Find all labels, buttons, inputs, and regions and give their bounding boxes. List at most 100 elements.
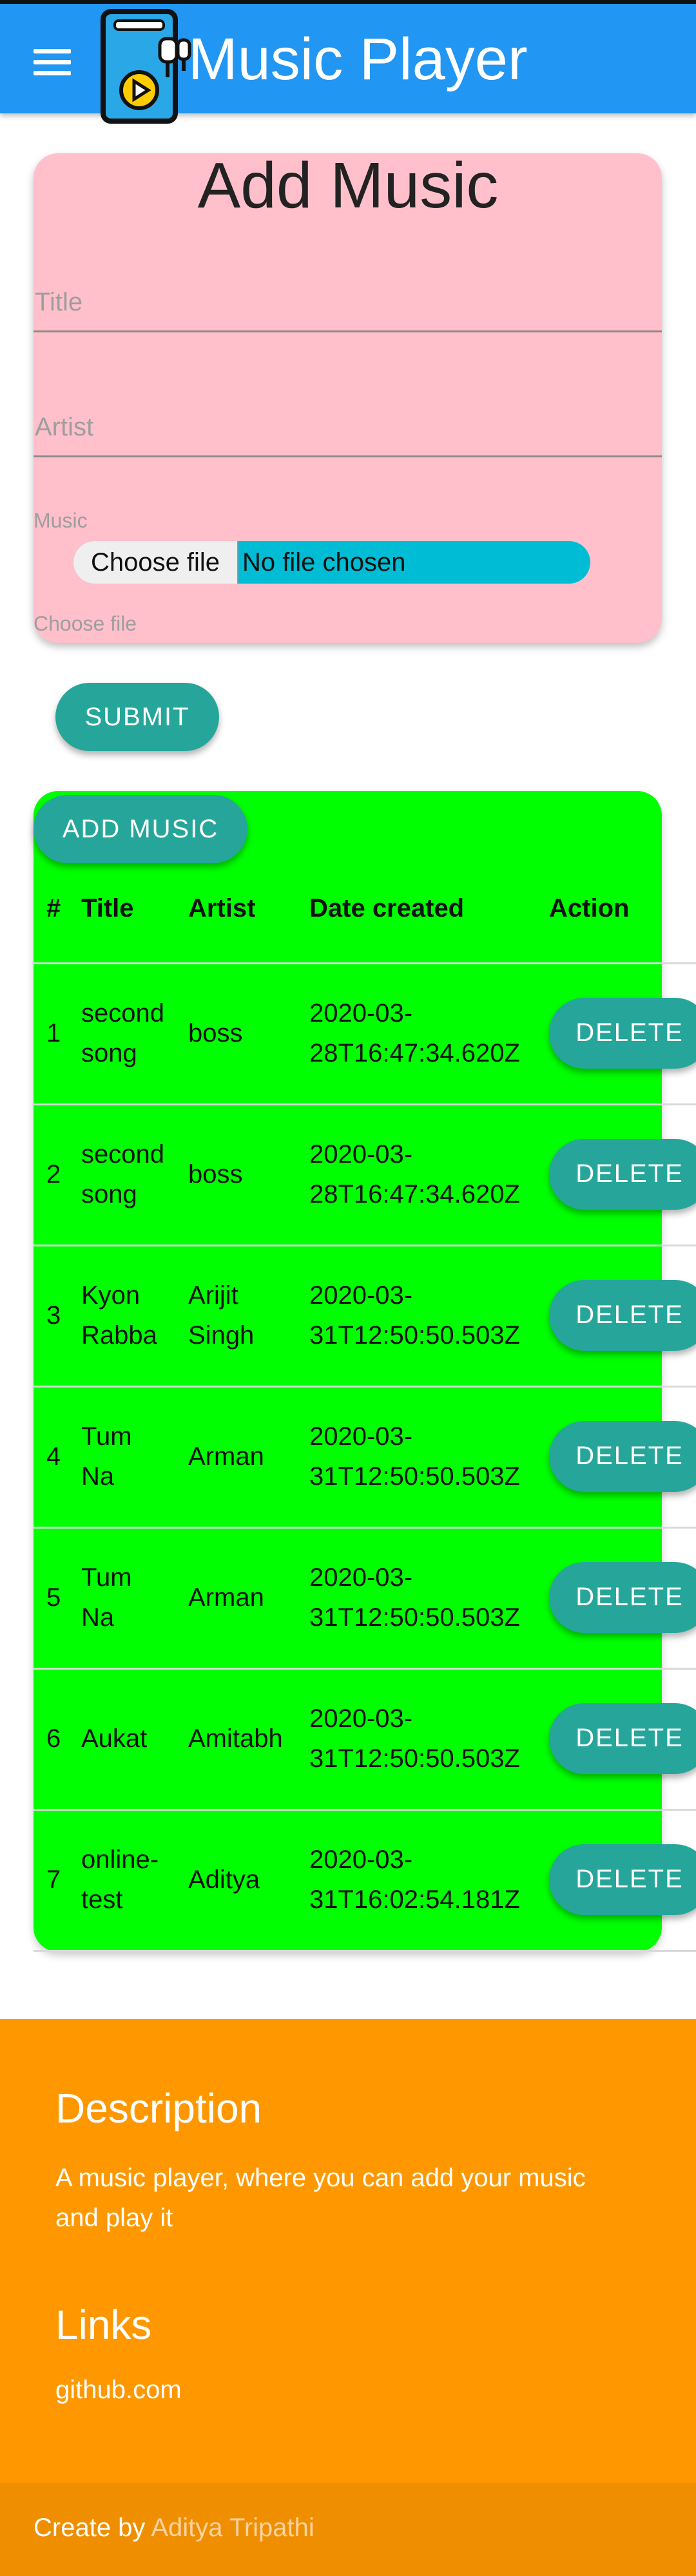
menu-bar-line	[34, 48, 71, 53]
table-header-action: Action	[549, 894, 630, 922]
title-line-2: Rabba	[81, 1321, 157, 1350]
author-link[interactable]: Aditya Tripathi	[151, 2514, 314, 2542]
table-cell-artist: boss	[188, 1154, 243, 1194]
table-cell-number: 4	[46, 1442, 61, 1471]
title-line-1: second	[81, 1140, 164, 1169]
date-line-2: 31T12:50:50.503Z	[309, 1321, 520, 1350]
date-line-2: 28T16:47:34.620Z	[309, 1179, 520, 1208]
table-header-artist: Artist	[188, 894, 256, 922]
date-line-1: 2020-03-	[309, 1281, 413, 1310]
table-cell-date-created: 2020-03- 31T12:50:50.503Z	[309, 1699, 520, 1779]
title-line-2: Na	[81, 1462, 115, 1491]
table-row-divider	[34, 1950, 696, 1952]
table-cell-artist: Amitabh	[188, 1719, 283, 1759]
date-line-2: 31T16:02:54.181Z	[309, 1885, 520, 1914]
artist-field[interactable]	[34, 354, 664, 457]
delete-button[interactable]: DELETE	[549, 1561, 696, 1633]
date-line-2: 31T12:50:50.503Z	[309, 1462, 520, 1491]
add-music-heading: Add Music	[197, 149, 499, 222]
delete-button[interactable]: DELETE	[549, 1703, 696, 1774]
title-input[interactable]	[34, 287, 664, 318]
title-field[interactable]	[34, 229, 664, 332]
table-cell-title: Kyon Rabba	[81, 1275, 157, 1355]
table-cell-artist: boss	[188, 1013, 243, 1053]
table-cell-number: 5	[46, 1583, 61, 1612]
artist-line-1: boss	[188, 1018, 243, 1047]
artist-line-1: Arman	[188, 1583, 264, 1612]
table-cell-date-created: 2020-03- 28T16:47:34.620Z	[309, 1134, 520, 1214]
table-cell-title: second song	[81, 1134, 164, 1214]
table-row-divider	[34, 1103, 696, 1105]
date-line-1: 2020-03-	[309, 1563, 413, 1592]
table-cell-number: 6	[46, 1724, 61, 1753]
table-row-divider	[34, 1527, 696, 1529]
title-line-2: song	[81, 1038, 137, 1067]
table-cell-number: 3	[46, 1301, 61, 1330]
date-line-1: 2020-03-	[309, 1845, 413, 1874]
table-cell-title: online-test	[81, 1840, 159, 1920]
table-header-number: #	[46, 894, 61, 922]
artist-line-1: boss	[188, 1159, 243, 1188]
delete-button[interactable]: DELETE	[549, 997, 696, 1069]
artist-input[interactable]	[34, 412, 664, 443]
file-status-text: No file chosen	[242, 548, 406, 577]
artist-line-1: Arman	[188, 1442, 264, 1471]
table-cell-date-created: 2020-03- 31T12:50:50.503Z	[309, 1558, 520, 1637]
music-field-label: Music	[34, 509, 88, 532]
date-line-1: 2020-03-	[309, 1140, 413, 1169]
table-header-title: Title	[81, 894, 134, 922]
title-line-1: second	[81, 998, 164, 1027]
menu-bar-line	[34, 70, 71, 75]
app-title: Music Player	[188, 26, 528, 92]
table-cell-date-created: 2020-03- 31T16:02:54.181Z	[309, 1840, 520, 1920]
delete-button[interactable]: DELETE	[549, 1138, 696, 1210]
add-music-button[interactable]: ADD MUSIC	[34, 795, 247, 863]
table-row-divider	[34, 1386, 696, 1388]
app-bar: Music Player	[0, 0, 696, 124]
music-file-picker[interactable]: Choose file No file chosen	[73, 541, 590, 584]
music-player-phone-icon	[101, 9, 191, 124]
table-cell-number: 7	[46, 1865, 61, 1894]
links-heading: Links	[55, 2302, 152, 2348]
artist-line-2: Singh	[188, 1321, 255, 1350]
description-text: A music player, where you can add your m…	[55, 2164, 586, 2232]
delete-button[interactable]: DELETE	[549, 1420, 696, 1492]
date-line-1: 2020-03-	[309, 998, 413, 1027]
table-row-divider	[34, 962, 696, 964]
table-cell-title: Tum Na	[81, 1417, 132, 1496]
artist-line-1: Aditya	[188, 1865, 260, 1894]
title-line-2: Na	[81, 1603, 115, 1632]
submit-button[interactable]: SUBMIT	[55, 683, 219, 751]
delete-button[interactable]: DELETE	[549, 1844, 696, 1915]
table-cell-date-created: 2020-03- 28T16:47:34.620Z	[309, 993, 520, 1073]
title-line-1: Kyon	[81, 1281, 140, 1310]
title-line-2: test	[81, 1885, 123, 1914]
date-line-2: 28T16:47:34.620Z	[309, 1038, 520, 1067]
title-line-1: Tum	[81, 1563, 132, 1592]
table-header-date-created: Date created	[309, 894, 465, 922]
artist-line-1: Amitabh	[188, 1724, 283, 1753]
table-cell-title: Aukat	[81, 1719, 147, 1759]
delete-button[interactable]: DELETE	[549, 1279, 696, 1351]
table-cell-date-created: 2020-03- 31T12:50:50.503Z	[309, 1417, 520, 1496]
github-link[interactable]: github.com	[55, 2376, 182, 2405]
table-cell-number: 2	[46, 1159, 61, 1188]
table-cell-title: second song	[81, 993, 164, 1073]
title-line-2: song	[81, 1179, 137, 1208]
title-line-1: online-	[81, 1845, 159, 1874]
date-line-2: 31T12:50:50.503Z	[309, 1603, 520, 1632]
table-cell-artist: Arijit Singh	[188, 1275, 254, 1355]
choose-file-button[interactable]: Choose file	[73, 541, 238, 584]
created-by-prefix: Create by	[34, 2514, 146, 2542]
description-heading: Description	[55, 2085, 262, 2132]
hamburger-menu-icon[interactable]	[34, 41, 81, 82]
table-cell-artist: Aditya	[188, 1860, 260, 1900]
created-by-text: Create by Aditya Tripathi	[34, 2514, 314, 2543]
table-cell-artist: Arman	[188, 1578, 264, 1617]
table-row-divider	[34, 1245, 696, 1246]
table-cell-artist: Arman	[188, 1436, 264, 1476]
title-line-1: Tum	[81, 1422, 132, 1451]
table-row-divider	[34, 1668, 696, 1670]
title-line-1: Aukat	[81, 1724, 148, 1753]
date-line-2: 31T12:50:50.503Z	[309, 1744, 520, 1773]
